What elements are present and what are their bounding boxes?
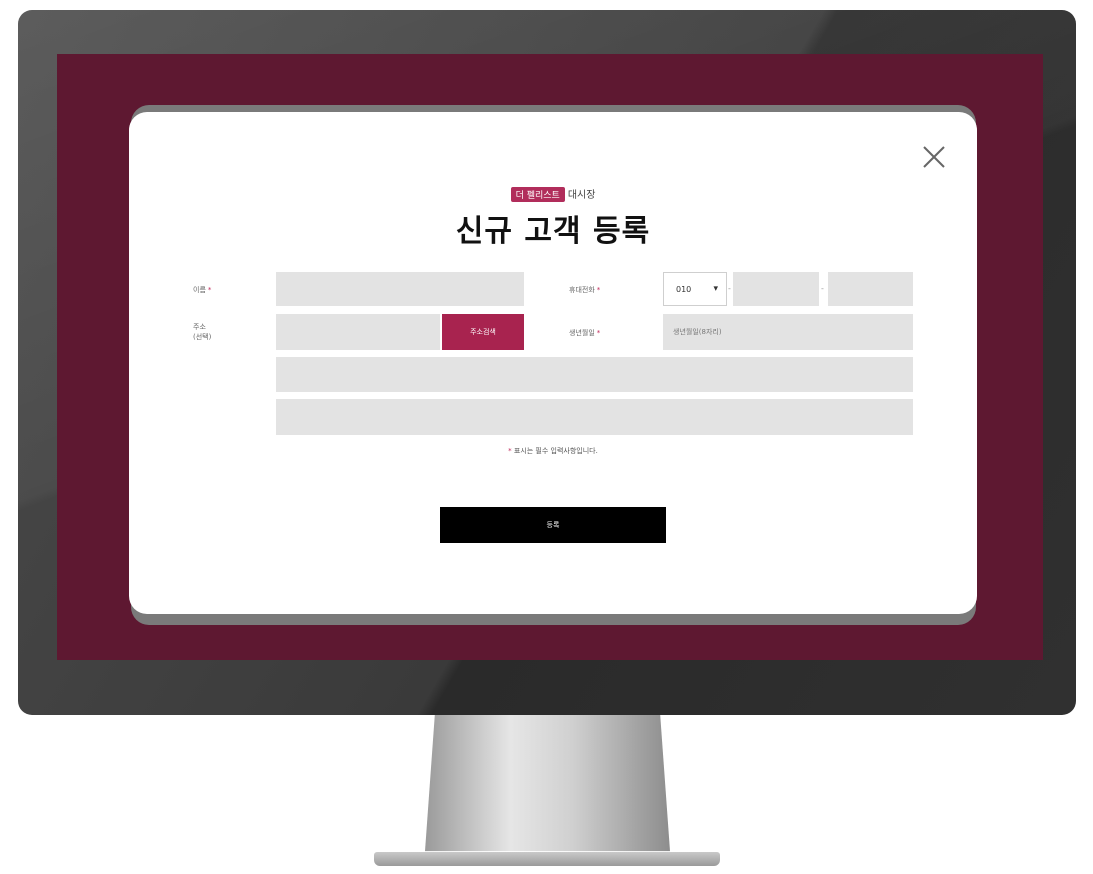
address-sublabel: (선택) <box>193 333 212 341</box>
required-mark: * <box>596 286 601 294</box>
required-note: * 표시는 필수 입력사항입니다. <box>129 446 977 456</box>
phone-prefix-value: 010 <box>676 284 692 294</box>
brand-badge: 더 펠리스트 <box>510 187 565 202</box>
registration-modal: 더 펠리스트 대시장 신규 고객 등록 이름 * 휴대전화 * 010 ▾ - - 주… <box>129 112 977 614</box>
phone-separator: - <box>821 284 824 293</box>
brand-suffix: 대시장 <box>567 190 596 201</box>
page-title: 신규 고객 등록 <box>455 214 651 249</box>
monitor-stand-base <box>374 852 720 866</box>
brand-row: 더 펠리스트 대시장 <box>129 186 977 202</box>
required-mark: * <box>508 447 512 455</box>
required-mark: * <box>207 286 212 294</box>
chevron-down-icon: ▾ <box>713 284 718 294</box>
address-label: 주소 (선택) <box>193 323 212 341</box>
phone-prefix-select[interactable]: 010 ▾ <box>663 272 727 306</box>
monitor-stand-neck <box>425 715 670 852</box>
name-label: 이름 * <box>193 286 212 294</box>
register-button[interactable]: 등록 <box>440 507 666 543</box>
phone-middle-input[interactable] <box>733 272 819 306</box>
address-line2-input[interactable] <box>276 399 913 435</box>
birthdate-input[interactable] <box>663 314 913 350</box>
address-search-button[interactable]: 주소검색 <box>442 314 524 350</box>
zipcode-input[interactable] <box>276 314 440 350</box>
name-input[interactable] <box>276 272 524 306</box>
address-line1-input[interactable] <box>276 357 913 392</box>
phone-last-input[interactable] <box>828 272 913 306</box>
close-icon[interactable] <box>919 142 949 172</box>
required-note-text: 표시는 필수 입력사항입니다. <box>513 447 598 455</box>
required-mark: * <box>596 329 601 337</box>
phone-label: 휴대전화 * <box>569 286 601 294</box>
phone-separator: - <box>728 284 731 293</box>
birthdate-label: 생년월일 * <box>569 329 601 337</box>
